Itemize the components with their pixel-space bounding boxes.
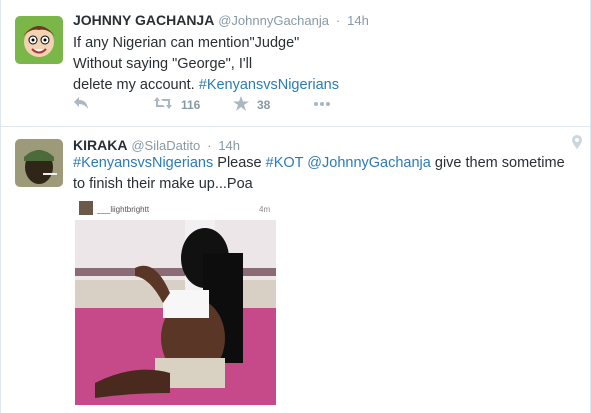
- reply-icon: [73, 96, 89, 113]
- hashtag-link[interactable]: #KenyansvsNigerians: [199, 77, 339, 93]
- author-name[interactable]: KIRAKA: [73, 137, 127, 153]
- tweet[interactable]: KIRAKA @SilaDatito · 14h #KenyansvsNiger…: [1, 127, 591, 413]
- tweet-text-line: Without saying "George", I'll: [73, 56, 253, 72]
- timestamp[interactable]: 14h: [218, 138, 240, 153]
- media-time: 4m: [259, 205, 270, 214]
- tweet[interactable]: JOHNNY GACHANJA @JohnnyGachanja · 14h If…: [1, 0, 591, 127]
- tweet-text-segment: give them sometime: [430, 155, 565, 171]
- tweet-text: If any Nigerian can mention"Judge" Witho…: [73, 33, 403, 96]
- timestamp[interactable]: 14h: [347, 13, 369, 28]
- retweet-button[interactable]: 116: [153, 96, 200, 113]
- tweet-header: JOHNNY GACHANJA @JohnnyGachanja · 14h: [73, 12, 369, 28]
- tweet-text-segment: delete my account.: [73, 77, 199, 93]
- avatar[interactable]: [15, 139, 63, 187]
- favorite-button[interactable]: 38: [233, 96, 270, 114]
- separator-dot: ·: [207, 138, 212, 153]
- retweet-icon: [153, 96, 173, 113]
- author-handle[interactable]: @JohnnyGachanja: [218, 13, 329, 28]
- tweet-text-line: to finish their make up...Poa: [73, 176, 253, 192]
- hashtag-link[interactable]: #KOT: [266, 155, 304, 171]
- tweet-text-line: delete my account. #KenyansvsNigerians: [73, 75, 403, 96]
- hashtag-link[interactable]: #KenyansvsNigerians: [73, 155, 213, 171]
- author-name[interactable]: JOHNNY GACHANJA: [73, 12, 214, 28]
- tweet-header: KIRAKA @SilaDatito · 14h: [73, 137, 240, 153]
- tweet-text-line: #KenyansvsNigerians Please #KOT @JohnnyG…: [73, 153, 583, 174]
- mention-link[interactable]: @JohnnyGachanja: [307, 155, 431, 171]
- tweet-actions: 116 38: [73, 96, 373, 116]
- reply-button[interactable]: [73, 96, 89, 113]
- timeline: JOHNNY GACHANJA @JohnnyGachanja · 14h If…: [0, 0, 591, 413]
- favorite-count: 38: [257, 98, 271, 112]
- tweet-text: #KenyansvsNigerians Please #KOT @JohnnyG…: [73, 153, 583, 195]
- tweet-text-segment: Please: [213, 155, 266, 171]
- retweet-count: 116: [181, 97, 201, 112]
- media-username: ___liightbrightt: [96, 205, 150, 214]
- favorite-icon: [233, 96, 249, 114]
- avatar[interactable]: [15, 16, 63, 64]
- location-pin-icon[interactable]: [572, 135, 582, 154]
- separator-dot: ·: [335, 13, 341, 28]
- more-button[interactable]: [313, 96, 331, 110]
- more-icon: [313, 96, 331, 110]
- tweet-text-line: If any Nigerian can mention"Judge": [73, 35, 300, 51]
- tweet-media-image[interactable]: ___liightbrightt 4m: [75, 198, 276, 405]
- author-handle[interactable]: @SilaDatito: [131, 138, 200, 153]
